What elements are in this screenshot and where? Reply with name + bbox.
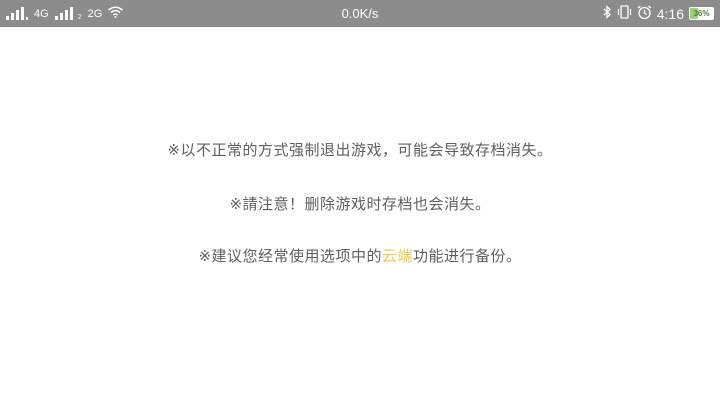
sim-slot-label: 2 — [77, 14, 82, 21]
network-type-label-sim2: 2G — [87, 7, 103, 20]
battery-percent-label: 36% — [693, 9, 710, 18]
signal-strength-icon-sim2 — [54, 7, 77, 20]
clock-time: 4:16 — [656, 5, 684, 22]
warning-line-cloud-backup: ※建议您经常使用选项中的云端功能进行备份。 — [0, 245, 720, 266]
status-right: 4:16 36% — [603, 0, 714, 27]
backup-text-suffix: 功能进行备份。 — [413, 247, 522, 265]
status-bar: 4G 2 2G 0.0K/s 4:16 36% — [0, 0, 720, 27]
status-left: 4G 2 2G — [6, 0, 124, 27]
signal-strength-icon — [6, 7, 30, 20]
alarm-clock-icon — [637, 4, 652, 23]
wifi-icon — [108, 6, 124, 21]
warning-screen[interactable]: ※以不正常的方式强制退出游戏，可能会导致存档消失。 ※請注意！删除游戏时存档也会… — [0, 27, 720, 405]
network-type-label: 4G — [34, 7, 49, 20]
network-speed: 0.0K/s — [341, 6, 379, 21]
backup-text-prefix: ※建议您经常使用选项中的 — [198, 247, 383, 265]
warning-line-force-quit: ※以不正常的方式强制退出游戏，可能会导致存档消失。 — [167, 141, 553, 159]
warning-line-delete-game: ※請注意！删除游戏时存档也会消失。 — [229, 195, 491, 213]
cloud-keyword: 云端 — [382, 247, 414, 265]
vibrate-icon — [617, 5, 632, 22]
bluetooth-icon — [603, 4, 612, 22]
battery-icon: 36% — [689, 7, 714, 20]
